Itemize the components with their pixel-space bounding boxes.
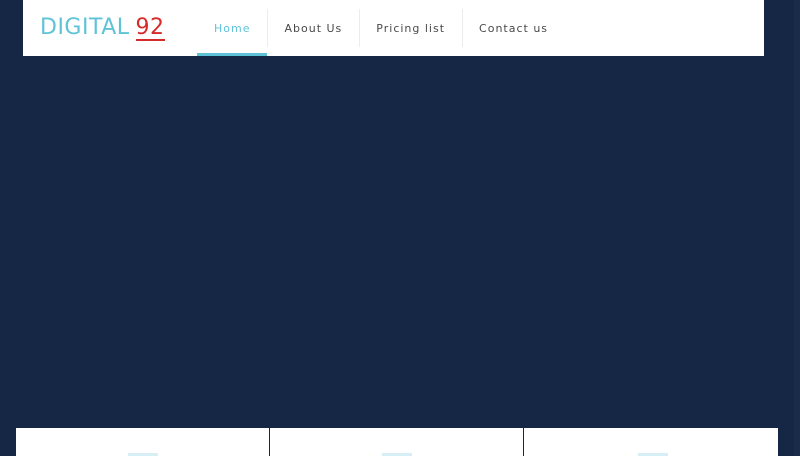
logo-number: 92 bbox=[135, 15, 165, 41]
site-header: DIGITAL 92 Home About Us Pricing list Con… bbox=[23, 0, 764, 56]
page-scrollbar[interactable] bbox=[794, 0, 800, 456]
nav-item-about-us[interactable]: About Us bbox=[267, 0, 359, 56]
main-nav: Home About Us Pricing list Contact us bbox=[197, 0, 565, 56]
logo-text: DIGITAL bbox=[40, 15, 130, 40]
feature-card bbox=[16, 428, 269, 456]
feature-cards bbox=[16, 428, 778, 456]
nav-item-pricing-list[interactable]: Pricing list bbox=[359, 0, 462, 56]
feature-card bbox=[270, 428, 523, 456]
nav-item-home[interactable]: Home bbox=[197, 0, 268, 56]
nav-item-contact-us[interactable]: Contact us bbox=[462, 0, 565, 56]
site-logo[interactable]: DIGITAL 92 bbox=[40, 15, 165, 41]
feature-card bbox=[524, 428, 778, 456]
